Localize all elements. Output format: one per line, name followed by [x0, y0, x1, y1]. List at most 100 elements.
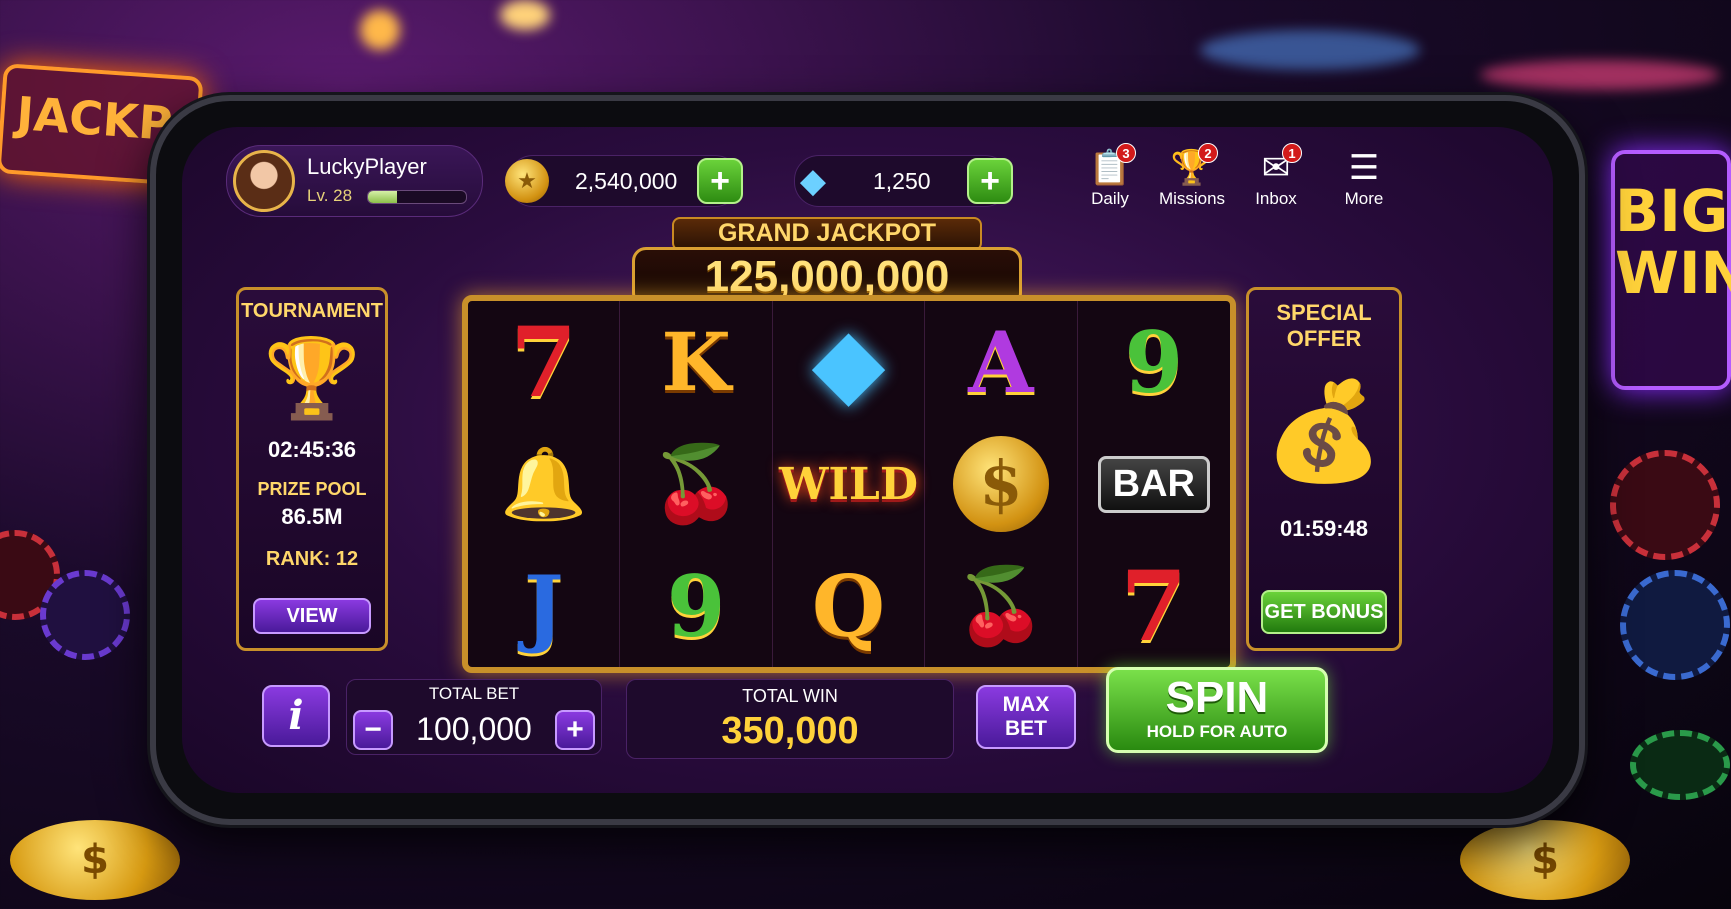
decrease-bet-button[interactable]: −	[353, 710, 393, 750]
bell-symbol: 🔔	[500, 442, 588, 525]
reel-cell: 🍒	[620, 423, 773, 545]
bottom-controls: i TOTAL BET − 100,000 + TOTAL WIN 350,00…	[226, 667, 1513, 767]
trophy-icon: 🏆	[263, 334, 361, 422]
increase-bet-button[interactable]: +	[555, 710, 595, 750]
casino-chip	[1630, 730, 1730, 800]
game-screen: LuckyPlayer Lv. 28 ★ 2,540,000 + ◆ 1,250…	[182, 127, 1553, 793]
player-level: Lv. 28	[307, 186, 353, 205]
bg-light	[1200, 30, 1420, 70]
total-win-value: 350,000	[721, 710, 859, 752]
player-name: LuckyPlayer	[307, 154, 427, 179]
spin-button[interactable]: SPIN HOLD FOR AUTO	[1106, 667, 1328, 753]
view-button[interactable]: VIEW	[253, 598, 371, 634]
menu-label: More	[1344, 189, 1384, 208]
cherry-symbol: 🍒	[650, 440, 743, 527]
menu-daily[interactable]: 📋 3 Daily	[1072, 143, 1148, 209]
reel-cell: 7	[468, 301, 621, 423]
reel-cell: A	[925, 301, 1078, 423]
tournament-title: TOURNAMENT	[241, 300, 383, 322]
xp-progress-bar	[367, 190, 467, 204]
bg-light	[500, 0, 550, 30]
buy-gems-button[interactable]: +	[967, 158, 1013, 204]
max-bet-button[interactable]: MAX BET	[976, 685, 1076, 749]
seven-symbol: 7	[510, 305, 578, 419]
queen-symbol: Q	[811, 556, 886, 656]
total-bet-box: TOTAL BET − 100,000 +	[346, 679, 602, 755]
menu-label: Inbox	[1255, 189, 1297, 208]
coin-icon: ★	[505, 159, 549, 203]
clipboard-icon: 📋 3	[1072, 143, 1148, 189]
reel-cell: $	[925, 423, 1078, 545]
reel-cell: 7	[1078, 545, 1230, 667]
grand-jackpot: GRAND JACKPOT 125,000,000	[612, 213, 1042, 307]
trophy-icon: 🏆 2	[1154, 143, 1230, 189]
notification-badge: 2	[1198, 143, 1218, 163]
casino-chip	[1610, 450, 1720, 560]
gem-balance: ◆ 1,250 +	[794, 155, 1013, 207]
reel-cell: 9	[1078, 301, 1230, 423]
wild-symbol: WILD	[778, 458, 919, 510]
reel-cell: J	[468, 545, 621, 667]
menu-more[interactable]: ☰ More	[1326, 147, 1402, 209]
spin-sublabel: HOLD FOR AUTO	[1146, 722, 1288, 741]
menu-inbox[interactable]: ✉ 1 Inbox	[1238, 143, 1314, 209]
rank-label: RANK: 12	[265, 548, 359, 570]
diamond-symbol: ◆	[811, 306, 886, 418]
max-bet-label: MAX	[1002, 693, 1050, 716]
cherry-symbol: 🍒	[954, 562, 1047, 649]
reel-cell: 9	[620, 545, 773, 667]
offer-timer: 01:59:48	[1279, 516, 1369, 541]
reel-cell: 🔔	[468, 423, 621, 545]
bar-symbol: BAR	[1097, 455, 1210, 513]
jackpot-title: GRAND JACKPOT	[672, 217, 982, 251]
gem-amount: 1,250	[873, 168, 931, 194]
nine-symbol: 9	[1124, 312, 1184, 412]
xp-progress-fill	[368, 191, 398, 203]
info-button[interactable]: i	[262, 685, 330, 747]
bg-light	[1480, 60, 1720, 90]
get-bonus-button[interactable]: GET BONUS	[1261, 590, 1387, 634]
phone-frame: LuckyPlayer Lv. 28 ★ 2,540,000 + ◆ 1,250…	[150, 95, 1585, 825]
prize-pool-label: PRIZE POOL	[257, 479, 367, 499]
bg-light	[360, 10, 400, 50]
seven-symbol: 7	[1120, 549, 1188, 663]
dollar-coin-symbol: $	[952, 436, 1049, 532]
hamburger-icon: ☰	[1348, 149, 1380, 187]
reel-cell: K	[620, 301, 773, 423]
prize-pool-value: 86.5M	[281, 504, 343, 529]
total-win-label: TOTAL WIN	[742, 686, 838, 706]
reel-cell: 🍒	[925, 545, 1078, 667]
player-profile[interactable]: LuckyPlayer Lv. 28	[226, 145, 483, 217]
tournament-panel: TOURNAMENT 🏆 02:45:36 PRIZE POOL 86.5M R…	[236, 287, 388, 651]
notification-badge: 1	[1282, 143, 1302, 163]
offer-title: SPECIAL	[1276, 300, 1372, 325]
top-bar: LuckyPlayer Lv. 28 ★ 2,540,000 + ◆ 1,250…	[226, 143, 1513, 217]
total-win-box: TOTAL WIN 350,000	[626, 679, 954, 759]
max-bet-label: BET	[1005, 717, 1047, 740]
casino-chip	[40, 570, 130, 660]
background-big-win-sign: BIG WIN	[1611, 150, 1731, 390]
reel-cell: BAR	[1078, 423, 1230, 545]
diamond-icon: ◆	[799, 162, 827, 200]
reel-cell: WILD	[773, 423, 926, 545]
menu-label: Missions	[1158, 189, 1226, 208]
treasure-chest-icon: 💰	[1264, 378, 1384, 485]
casino-chip	[1620, 570, 1730, 680]
reel-cell: ◆	[773, 301, 926, 423]
coin-balance: ★ 2,540,000 +	[505, 155, 743, 207]
slot-reels: 7 K ◆ A 9 🔔 🍒 WILD $ BAR J 9 Q 🍒 7	[462, 295, 1236, 673]
special-offer-panel: SPECIAL OFFER 💰 01:59:48 GET BONUS	[1246, 287, 1402, 651]
nine-symbol: 9	[666, 556, 726, 656]
reel-cell: Q	[773, 545, 926, 667]
avatar[interactable]	[233, 150, 295, 212]
gold-coin: $	[10, 820, 180, 900]
notification-badge: 3	[1116, 143, 1136, 163]
coin-amount: 2,540,000	[575, 168, 678, 194]
menu-missions[interactable]: 🏆 2 Missions	[1154, 143, 1230, 209]
king-symbol: K	[661, 315, 731, 409]
buy-coins-button[interactable]: +	[697, 158, 743, 204]
total-bet-label: TOTAL BET	[428, 684, 520, 703]
ace-symbol: A	[968, 312, 1034, 412]
jack-symbol: J	[523, 556, 564, 656]
offer-title: OFFER	[1286, 326, 1362, 351]
